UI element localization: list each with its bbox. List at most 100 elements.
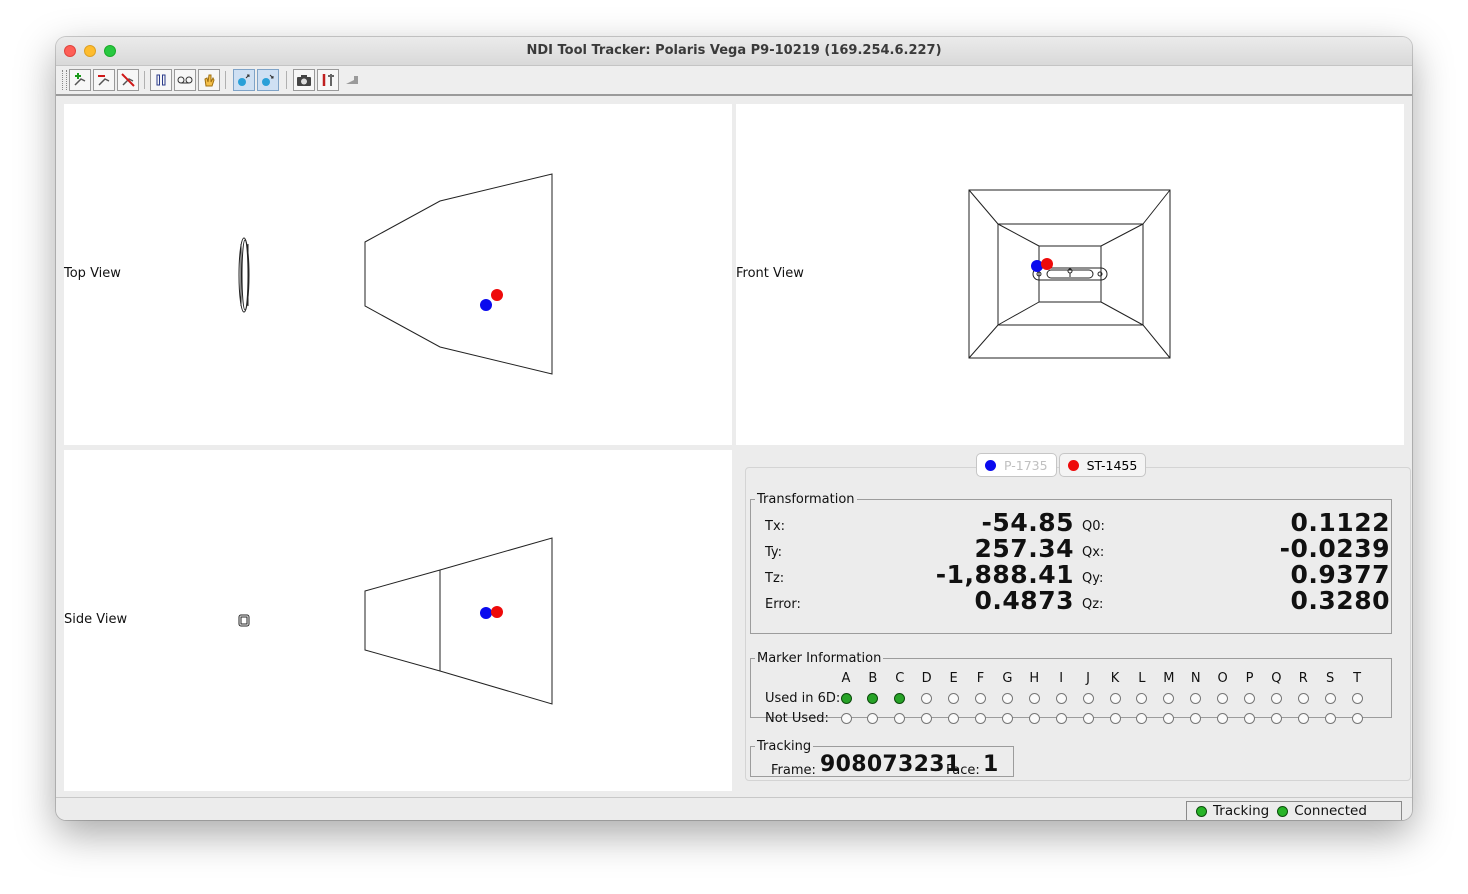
qy-value: 0.9377 — [1290, 560, 1390, 589]
camera-button[interactable] — [293, 69, 315, 91]
tab-tool-p-1735[interactable]: P-1735 — [976, 453, 1057, 477]
remove-tool-icon — [98, 75, 110, 86]
marker-not-used-indicator — [1244, 713, 1255, 724]
qy-label: Qy: — [1082, 571, 1104, 586]
marker-not-used-indicator — [1351, 713, 1363, 724]
tracking-status-text: Tracking — [1213, 803, 1270, 819]
marker-column-label: A — [841, 671, 851, 686]
tz-value: -1,888.41 — [935, 560, 1074, 589]
marker-column-label: J — [1086, 671, 1091, 686]
toolbar-separator — [144, 71, 145, 89]
marker-not-used-indicator — [1270, 713, 1282, 724]
transformation-legend: Transformation — [757, 492, 855, 507]
connected-status-led-icon — [1277, 805, 1289, 817]
tool-marker-blue — [1031, 260, 1043, 272]
probe-button[interactable] — [341, 69, 363, 91]
frame-label: Frame: — [771, 763, 816, 778]
marker-column-label: C — [895, 671, 905, 686]
main-window: NDI Tool Tracker: Polaris Vega P9-10219 … — [56, 37, 1412, 820]
used-in-6d-label: Used in 6D: — [765, 691, 841, 706]
qx-label: Qx: — [1082, 545, 1105, 560]
marker-column-label: R — [1298, 671, 1308, 686]
marker-column-label: N — [1190, 671, 1201, 686]
qx-value: -0.0239 — [1279, 534, 1390, 563]
add-tool-icon — [74, 73, 86, 86]
front-view[interactable]: Front View — [736, 104, 1404, 445]
tab-label: ST-1455 — [1086, 457, 1138, 473]
side-view[interactable]: Side View — [64, 450, 732, 791]
front-view-canvas — [968, 189, 1171, 359]
marker-not-used-indicator — [975, 713, 986, 724]
tool-marker-red — [1041, 258, 1053, 270]
marker-column-label: O — [1217, 671, 1228, 686]
remove-tool-button[interactable] — [93, 69, 115, 91]
toolbar-separator — [286, 71, 287, 89]
marker-used-indicator — [975, 693, 986, 704]
q0-label: Q0: — [1082, 519, 1105, 534]
record-icon — [177, 76, 193, 84]
window-title: NDI Tool Tracker: Polaris Vega P9-10219 … — [526, 43, 942, 58]
marker-column-label: F — [976, 671, 985, 686]
error-value: 0.4873 — [974, 586, 1074, 615]
view-down-icon — [262, 74, 274, 86]
tz-label: Tz: — [765, 571, 785, 586]
marker-not-used-indicator — [1109, 713, 1121, 724]
marker-not-used-indicator — [1217, 713, 1229, 724]
marker-not-used-indicator — [1001, 713, 1013, 724]
tab-tool-st-1455[interactable]: ST-1455 — [1058, 453, 1147, 477]
marker-column-label: H — [1029, 671, 1040, 686]
marker-not-used-indicator — [1190, 713, 1202, 724]
toolbar-separator — [225, 71, 226, 89]
top-view[interactable]: Top View — [64, 104, 732, 445]
marker-column-label: I — [1059, 671, 1064, 686]
hand-button[interactable] — [198, 69, 220, 91]
title-bar: NDI Tool Tracker: Polaris Vega P9-10219 … — [56, 37, 1412, 66]
marker-used-indicator — [1028, 693, 1040, 704]
status-indicators: Tracking Connected — [1186, 801, 1402, 820]
tools-button[interactable] — [317, 69, 339, 91]
face-value: 1 — [983, 752, 999, 777]
ty-label: Ty: — [765, 545, 783, 560]
disable-tool-icon — [121, 73, 135, 87]
status-bar: Tracking Connected — [56, 797, 1412, 820]
tx-value: -54.85 — [981, 508, 1074, 537]
marker-not-used-indicator — [1028, 713, 1040, 724]
tool-marker-blue — [480, 607, 492, 619]
marker-used-indicator — [840, 693, 852, 704]
marker-not-used-indicator — [1163, 713, 1175, 724]
marker-column-label: T — [1353, 671, 1362, 686]
disable-tool-button[interactable] — [117, 69, 139, 91]
side-view-canvas — [238, 537, 553, 705]
connected-status-text: Connected — [1294, 803, 1367, 819]
marker-not-used-indicator — [1055, 713, 1067, 724]
tool-marker-blue — [480, 299, 492, 311]
tool-tab-body: Transformation Tx: Ty: Tz: Error: -54.85… — [745, 467, 1411, 781]
view-up-button[interactable] — [233, 69, 255, 91]
marker-not-used-indicator — [1324, 713, 1336, 724]
tracking-status-led-icon — [1196, 805, 1207, 817]
marker-used-indicator — [1351, 693, 1363, 704]
q0-value: 0.1122 — [1290, 508, 1390, 537]
pause-button[interactable] — [150, 69, 172, 91]
marker-not-used-indicator — [948, 713, 960, 724]
frame-value: 908073231 — [820, 752, 961, 777]
tx-label: Tx: — [765, 519, 786, 534]
record-button[interactable] — [174, 69, 196, 91]
view-down-button[interactable] — [257, 69, 279, 91]
toolbar-grip-icon[interactable] — [62, 70, 67, 90]
probe-icon — [346, 76, 358, 84]
tracking-legend: Tracking — [757, 739, 812, 754]
tools-icon — [322, 74, 334, 86]
marker-column-label: S — [1326, 671, 1335, 686]
top-view-canvas — [238, 173, 553, 375]
tab-label: P-1735 — [1004, 457, 1048, 473]
marker-used-indicator — [1055, 693, 1067, 704]
marker-used-indicator — [1297, 693, 1309, 704]
marker-column-label: Q — [1271, 671, 1282, 686]
tool-marker-red — [491, 606, 503, 618]
toolbar — [56, 66, 1412, 96]
marker-not-used-indicator — [1082, 713, 1094, 724]
camera-icon — [297, 75, 311, 86]
add-tool-button[interactable] — [69, 69, 91, 91]
marker-column-label: P — [1245, 671, 1254, 686]
